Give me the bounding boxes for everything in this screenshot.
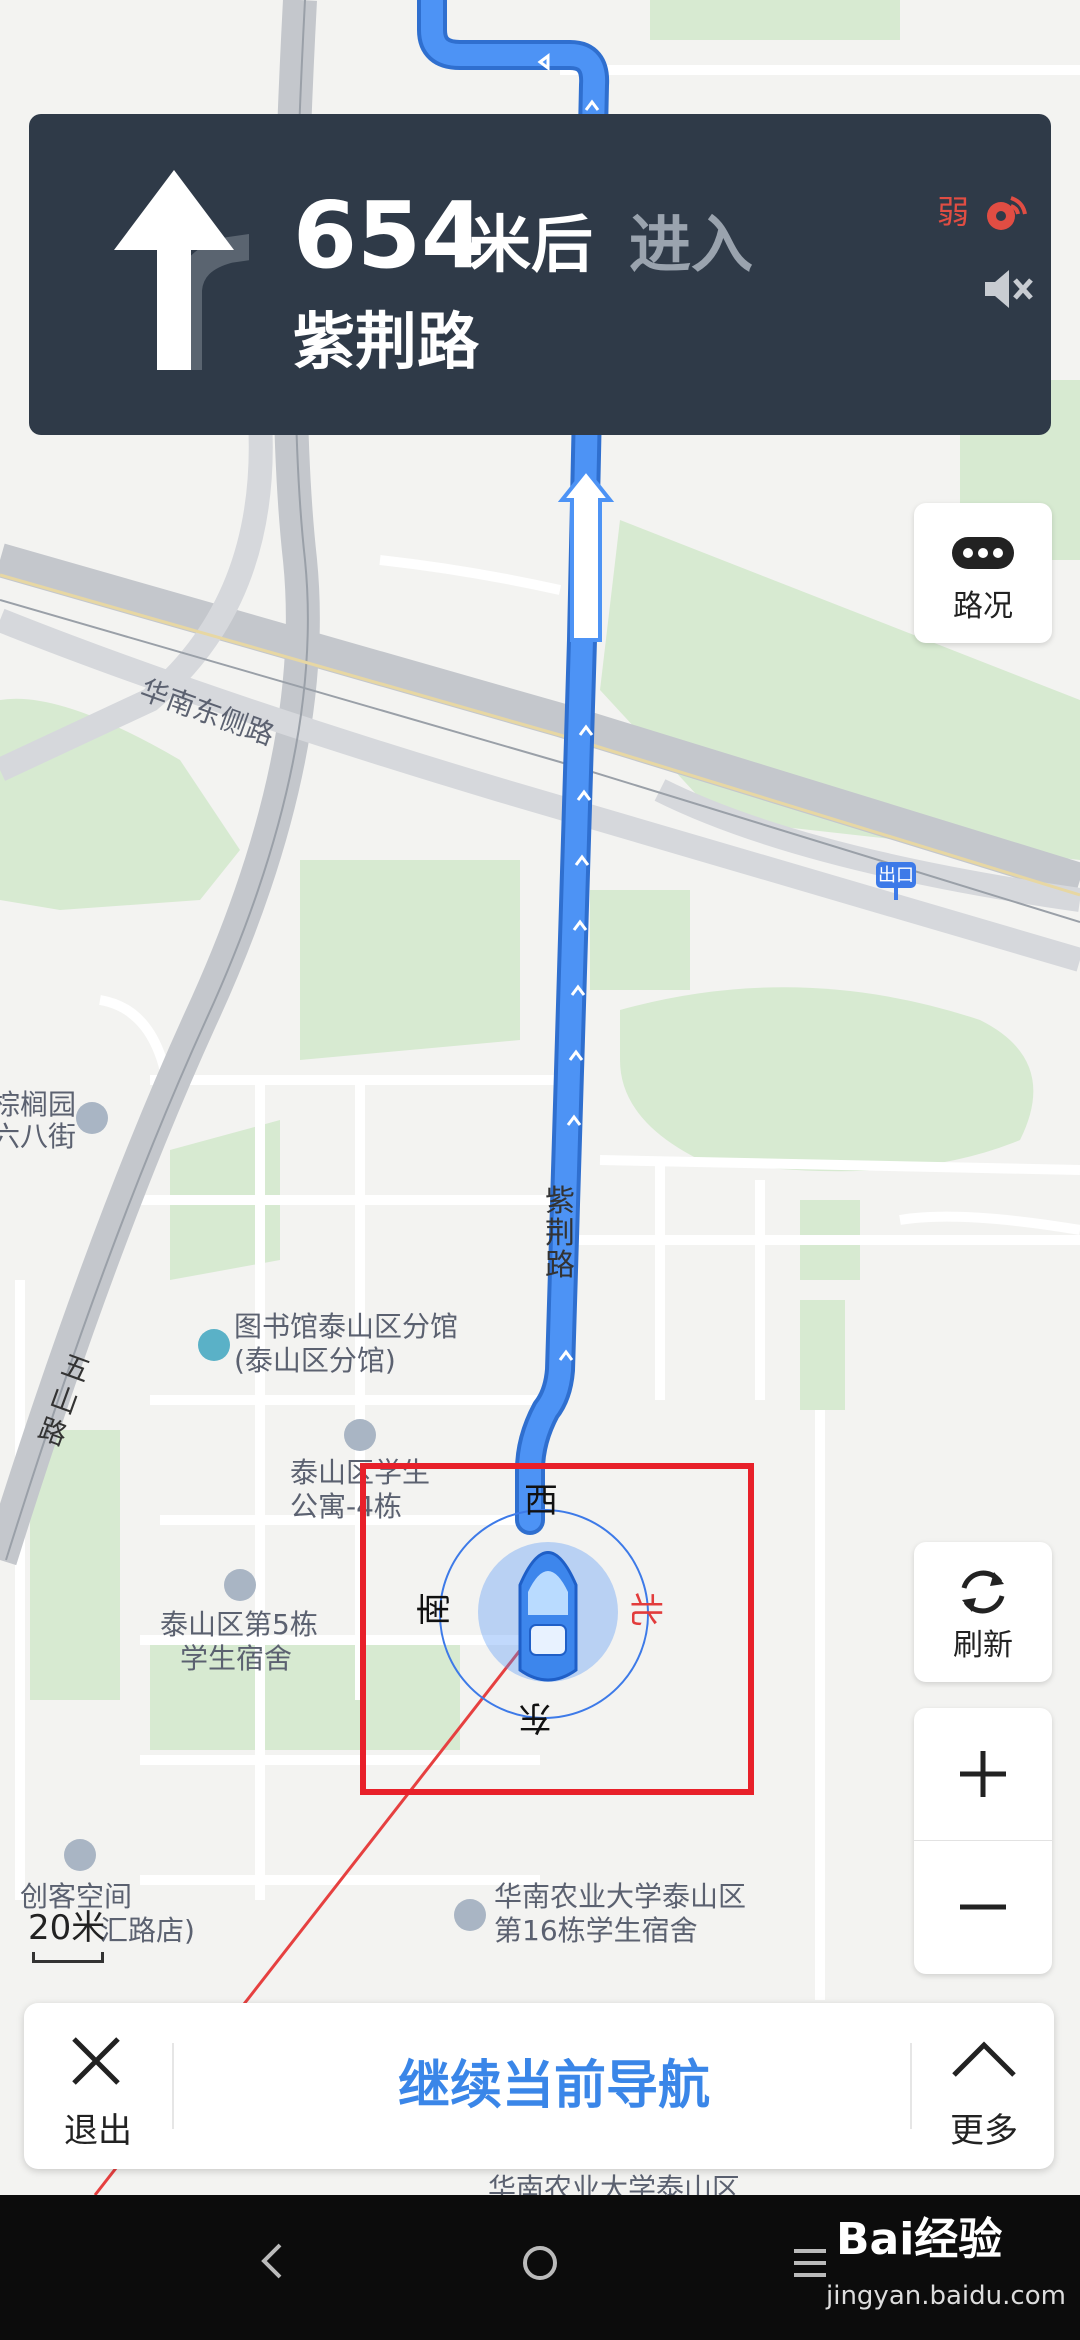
zoom-in-button[interactable]: [914, 1708, 1052, 1841]
map-scale-label: 20米: [28, 1908, 106, 1948]
bottom-action-bar: 退出 继续当前导航 更多: [24, 2003, 1054, 2169]
system-navigation-bar: Bai经验 jingyan.baidu.com: [0, 2195, 1080, 2340]
menu-icon[interactable]: [790, 2239, 830, 2289]
traffic-label: 路况: [953, 589, 1013, 624]
map-label-poi[interactable]: 图书馆泰山区分馆: [234, 1310, 458, 1344]
plus-icon: [960, 1751, 1006, 1797]
map-label-poi[interactable]: 学生宿舍: [180, 1642, 292, 1676]
refresh-label: 刷新: [953, 1628, 1013, 1663]
distance-unit: 米后: [469, 208, 594, 281]
map-label-exit: 出口: [878, 865, 914, 886]
refresh-button[interactable]: 刷新: [914, 1542, 1052, 1682]
exit-label: 退出: [64, 2111, 132, 2151]
map-label-poi: 六八街: [0, 1120, 77, 1153]
straight-arrow-icon: [114, 170, 249, 370]
refresh-icon: [961, 1570, 1005, 1614]
turn-action: 进入: [629, 208, 754, 281]
map-label-poi: 华南农业大学泰山区: [488, 2172, 741, 2195]
map-label-poi[interactable]: (泰山区分馆): [234, 1344, 396, 1378]
chevron-up-icon: [952, 2041, 1016, 2077]
zoom-controls: [914, 1708, 1052, 1974]
minus-icon: [960, 1904, 1006, 1910]
highlight-box: [360, 1463, 754, 1795]
map-label-poi[interactable]: 泰山区第5栋: [160, 1608, 318, 1642]
watermark-url: jingyan.baidu.com: [826, 2281, 1066, 2311]
watermark-logo: Bai经验: [836, 2214, 1003, 2265]
map-label-road: 紫荆路: [545, 1184, 575, 1283]
distance-value: 654: [293, 182, 486, 289]
exit-button[interactable]: 退出: [24, 2003, 172, 2169]
map-scale-bar: [32, 1952, 104, 1963]
more-button[interactable]: 更多: [914, 2003, 1054, 2169]
map-label-poi[interactable]: 华南农业大学泰山区: [494, 1880, 746, 1914]
map-label-poi[interactable]: 汇路店): [100, 1914, 195, 1948]
home-icon[interactable]: [520, 2233, 560, 2293]
mute-icon[interactable]: [979, 264, 1035, 314]
close-icon: [72, 2037, 120, 2085]
more-label: 更多: [950, 2111, 1018, 2151]
map-label-poi[interactable]: 第16栋学生宿舍: [494, 1914, 698, 1948]
map-label-poi: 棕榈园: [0, 1088, 77, 1121]
divider: [910, 2043, 912, 2129]
continue-navigation-button[interactable]: 继续当前导航: [174, 2003, 934, 2169]
gps-signal-text: 弱: [937, 193, 970, 231]
traffic-icon: [952, 537, 1014, 569]
zoom-out-button[interactable]: [914, 1841, 1052, 1973]
back-icon[interactable]: [256, 2231, 286, 2291]
gps-signal-icon: [987, 196, 1027, 230]
next-road-name: 紫荆路: [293, 305, 480, 378]
navigation-banner: 654 米后 进入 紫荆路 弱: [29, 114, 1051, 435]
traffic-button[interactable]: 路况: [914, 503, 1052, 643]
